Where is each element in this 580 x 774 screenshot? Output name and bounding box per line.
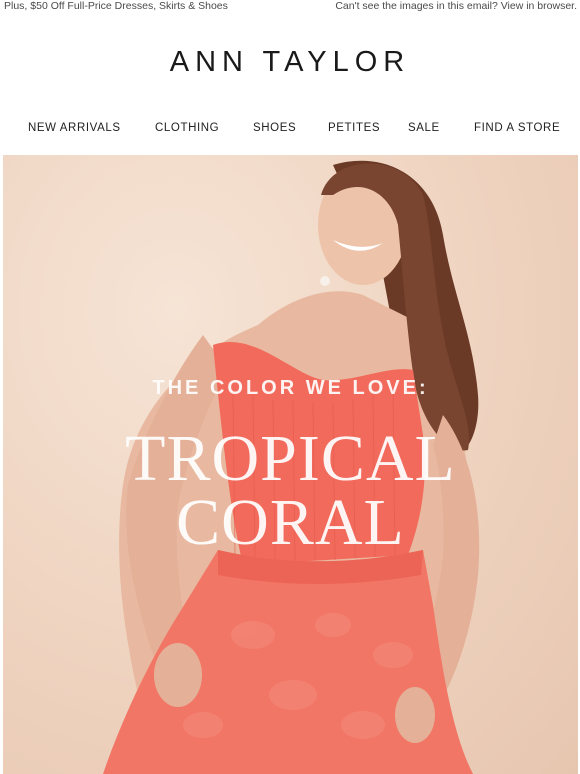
ann-taylor-logo[interactable]: ANN TAYLOR <box>0 46 580 79</box>
hero-title: TROPICAL CORAL <box>3 422 578 559</box>
nav-shoes[interactable]: SHOES <box>253 122 296 134</box>
nav-sale[interactable]: SALE <box>408 122 440 134</box>
view-in-browser-link[interactable]: Can't see the images in this email? View… <box>335 0 577 12</box>
nav-new-arrivals[interactable]: NEW ARRIVALS <box>28 122 121 134</box>
nav-clothing[interactable]: CLOTHING <box>155 122 219 134</box>
main-navigation: NEW ARRIVALS CLOTHING SHOES PETITES SALE… <box>0 122 580 140</box>
hero-title-line-2: CORAL <box>176 486 405 559</box>
hero-title-line-1: TROPICAL <box>125 422 456 495</box>
nav-find-a-store[interactable]: FIND A STORE <box>474 122 560 134</box>
preheader-bar: Plus, $50 Off Full-Price Dresses, Skirts… <box>0 0 580 14</box>
preheader-promo-text: Plus, $50 Off Full-Price Dresses, Skirts… <box>4 0 228 12</box>
hero-kicker-text: THE COLOR WE LOVE: <box>152 377 429 399</box>
nav-petites[interactable]: PETITES <box>328 122 380 134</box>
hero-banner[interactable]: THE COLOR WE LOVE: TROPICAL CORAL <box>3 155 578 774</box>
